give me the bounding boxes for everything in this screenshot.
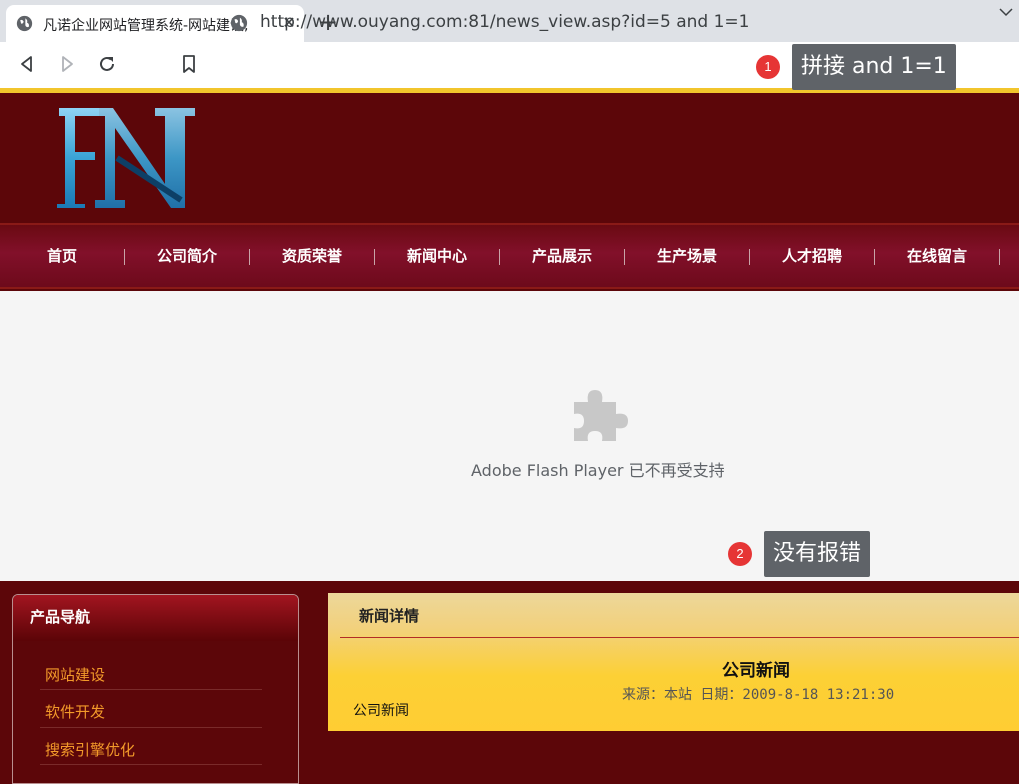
annotation-label: 没有报错	[764, 531, 871, 577]
sidebar-divider	[40, 727, 262, 728]
sidebar-divider	[40, 764, 262, 765]
nav-item-message[interactable]: 在线留言	[875, 225, 999, 287]
back-icon[interactable]	[16, 53, 38, 75]
globe-icon	[16, 15, 33, 32]
sidebar-item-seo[interactable]: 搜索引擎优化	[45, 739, 135, 760]
annotation-marker: 1	[756, 55, 780, 79]
sidebar-item-web[interactable]: 网站建设	[45, 664, 105, 685]
main-nav: 首页 公司简介 资质荣誉 新闻中心 产品展示 生产场景 人才招聘 在线留言	[0, 223, 1019, 289]
sidebar-item-software[interactable]: 软件开发	[45, 701, 105, 722]
logo-fn[interactable]	[55, 104, 197, 212]
nav-item-products[interactable]: 产品展示	[500, 225, 624, 287]
nav-item-home[interactable]: 首页	[0, 225, 124, 287]
nav-item-honors[interactable]: 资质荣誉	[250, 225, 374, 287]
news-body: 公司新闻	[353, 703, 409, 719]
url-input[interactable]: http://www.ouyang.com:81/news_view.asp?i…	[260, 12, 749, 32]
site-info-icon[interactable]	[230, 14, 248, 32]
news-meta: 来源：本站 日期：2009-8-18 13:21:30	[622, 687, 895, 703]
nav-item-news[interactable]: 新闻中心	[375, 225, 499, 287]
reload-icon[interactable]	[96, 53, 118, 75]
news-title: 公司新闻	[722, 661, 790, 681]
flash-unsupported-message: Adobe Flash Player 已不再受支持	[471, 461, 725, 480]
forward-icon[interactable]	[56, 53, 78, 75]
plugin-icon	[574, 390, 628, 441]
news-header-divider	[340, 637, 1019, 638]
nav-item-jobs[interactable]: 人才招聘	[750, 225, 874, 287]
nav-divider	[999, 249, 1000, 265]
chevron-down-icon[interactable]	[998, 4, 1014, 20]
nav-item-about[interactable]: 公司简介	[125, 225, 249, 287]
annotation-marker: 2	[728, 542, 752, 566]
news-detail-panel	[328, 593, 1019, 731]
product-nav-title: 产品导航	[30, 608, 91, 626]
news-detail-header: 新闻详情	[359, 607, 420, 625]
nav-item-production[interactable]: 生产场景	[625, 225, 749, 287]
sidebar-divider	[40, 689, 262, 690]
bookmark-icon[interactable]	[178, 53, 200, 75]
annotation-label: 拼接 and 1=1	[792, 44, 956, 90]
